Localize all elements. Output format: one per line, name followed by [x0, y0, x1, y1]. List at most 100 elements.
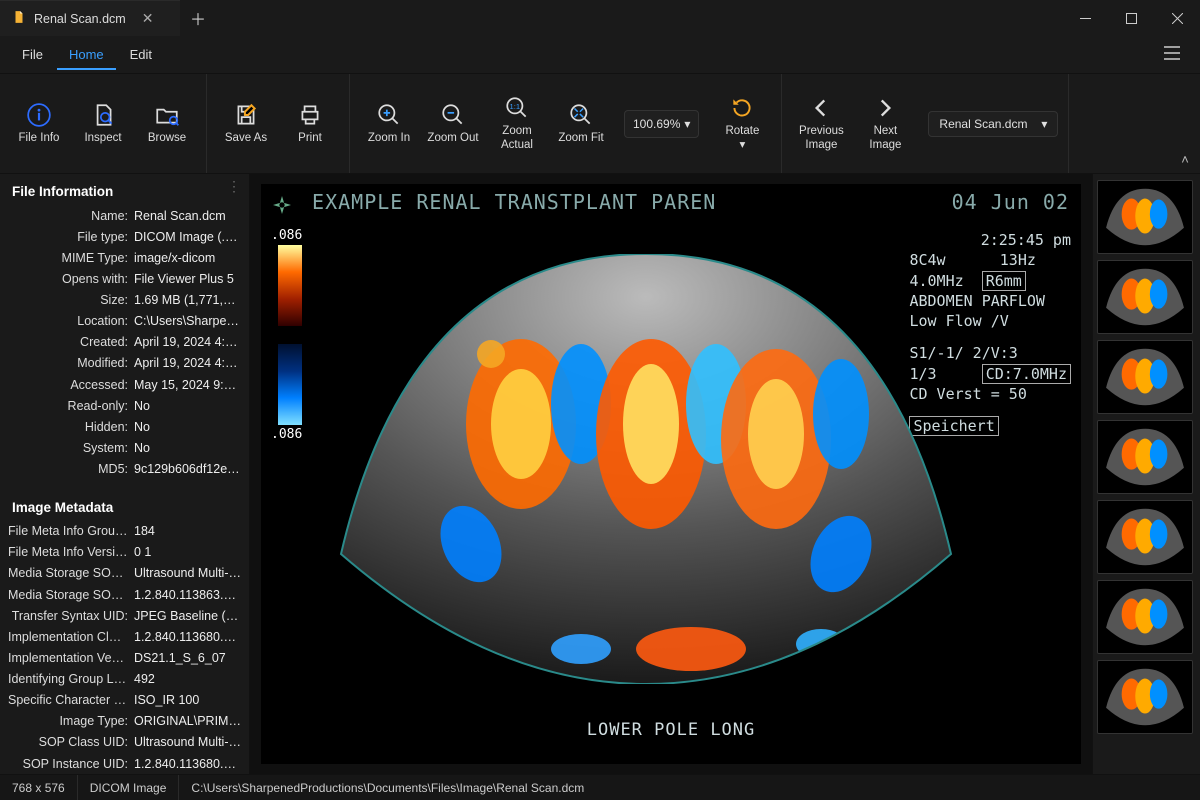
fan-image	[321, 254, 971, 684]
save-icon	[233, 102, 259, 128]
maximize-button[interactable]	[1108, 0, 1154, 36]
zoom-actual-button[interactable]: 1:1 Zoom Actual	[488, 84, 546, 164]
zoom-fit-button[interactable]: Zoom Fit	[552, 84, 610, 164]
property-value: 1.2.840.113680.21.1	[134, 628, 241, 646]
zoom-dropdown[interactable]: 100.69% ▾	[624, 110, 699, 138]
close-window-button[interactable]	[1154, 0, 1200, 36]
statusbar: 768 x 576 DICOM Image C:\Users\Sharpened…	[0, 774, 1200, 800]
property-key: Image Type:	[8, 712, 128, 730]
minimize-button[interactable]	[1062, 0, 1108, 36]
property-value: April 19, 2024 4:23 PM	[134, 354, 241, 372]
property-key: File Meta Info Version:	[8, 543, 128, 561]
ribbon: File Info Inspect Browse Save As Print	[0, 74, 1200, 174]
chevron-down-icon: ▾	[740, 139, 746, 151]
menubar: File Home Edit	[0, 36, 1200, 74]
inspect-icon	[90, 102, 116, 128]
property-row: SOP Instance UID:1.2.840.113680.1.1...	[8, 753, 241, 774]
property-key: Modified:	[8, 354, 128, 372]
thumbnail[interactable]	[1097, 340, 1193, 414]
thumbnail[interactable]	[1097, 660, 1193, 734]
menu-edit[interactable]: Edit	[118, 39, 164, 70]
image-viewer: EXAMPLE RENAL TRANSTPLANT PAREN 04 Jun 0…	[250, 174, 1200, 774]
property-row: Accessed: May 15, 2024 9:20 AM	[8, 374, 241, 395]
property-row: Size:1.69 MB (1,771,290 bytes)	[8, 290, 241, 311]
thumbnail[interactable]	[1097, 260, 1193, 334]
property-key: Implementation Class ...	[8, 628, 128, 646]
property-key: Accessed:	[8, 376, 128, 394]
titlebar: Renal Scan.dcm ✕ ＋	[0, 0, 1200, 36]
property-row: Image Type: ORIGINAL\PRIMA...	[8, 711, 241, 732]
file-info-list: Name:Renal Scan.dcmFile type:DICOM Image…	[0, 203, 249, 490]
colorbar-high: .086	[271, 228, 302, 243]
property-row: SOP Class UID:Ultrasound Multi-f...	[8, 732, 241, 753]
print-button[interactable]: Print	[281, 84, 339, 164]
scan-title: EXAMPLE RENAL TRANSTPLANT PAREN	[312, 190, 716, 214]
zoom-actual-icon: 1:1	[504, 95, 530, 121]
property-key: Read-only:	[8, 397, 128, 415]
acuson-logo-icon	[273, 195, 291, 213]
property-value: C:\Users\SharpenedProd...	[134, 312, 241, 330]
status-type: DICOM Image	[78, 775, 180, 800]
zoom-value: 100.69%	[633, 117, 680, 131]
property-value: Renal Scan.dcm	[134, 207, 241, 225]
property-key: File type:	[8, 228, 128, 246]
property-key: SOP Class UID:	[8, 733, 128, 751]
property-row: MIME Type:image/x-dicom	[8, 247, 241, 268]
file-info-button[interactable]: File Info	[10, 84, 68, 164]
inspect-button[interactable]: Inspect	[74, 84, 132, 164]
scan-image: EXAMPLE RENAL TRANSTPLANT PAREN 04 Jun 0…	[261, 184, 1081, 764]
drag-handle-icon[interactable]: ⋮	[227, 178, 243, 195]
browse-button[interactable]: Browse	[138, 84, 196, 164]
folder-icon	[154, 102, 180, 128]
property-key: Specific Character Set:	[8, 691, 128, 709]
property-key: Implementation Versio...	[8, 649, 128, 667]
property-key: MD5:	[8, 460, 128, 478]
rotate-icon	[729, 95, 755, 121]
thumbnail-strip[interactable]	[1092, 174, 1200, 774]
property-row: MD5:9c129b606df12e25904b1f7...	[8, 459, 241, 480]
new-tab-button[interactable]: ＋	[180, 0, 216, 36]
next-image-button[interactable]: Next Image	[856, 84, 914, 164]
property-row: Opens with:File Viewer Plus 5	[8, 268, 241, 289]
collapse-ribbon-icon[interactable]: ˄	[1170, 74, 1200, 173]
property-value: JPEG Baseline (Pro...	[134, 607, 241, 625]
property-row: Name:Renal Scan.dcm	[8, 205, 241, 226]
property-value: 1.69 MB (1,771,290 bytes)	[134, 291, 241, 309]
thumbnail[interactable]	[1097, 580, 1193, 654]
property-value: ISO_IR 100	[134, 691, 241, 709]
property-row: Specific Character Set: ISO_IR 100	[8, 690, 241, 711]
property-value: April 19, 2024 4:23 PM	[134, 333, 241, 351]
document-tab[interactable]: Renal Scan.dcm ✕	[0, 0, 180, 36]
rotate-button[interactable]: Rotate▾	[713, 84, 771, 164]
property-key: Media Storage SOP Ins...	[8, 586, 128, 604]
property-value: File Viewer Plus 5	[134, 270, 241, 288]
property-value: No	[134, 418, 241, 436]
property-value: May 15, 2024 9:20 AM	[134, 376, 241, 394]
thumbnail[interactable]	[1097, 420, 1193, 494]
menu-file[interactable]: File	[10, 39, 55, 70]
property-row: File Meta Info Group L...184	[8, 521, 241, 542]
image-metadata-heading: Image Metadata	[0, 490, 249, 519]
file-icon	[12, 10, 26, 27]
hamburger-icon[interactable]	[1154, 38, 1190, 71]
tab-title: Renal Scan.dcm	[34, 12, 126, 26]
thumbnail[interactable]	[1097, 500, 1193, 574]
property-value: Ultrasound Multi-f...	[134, 564, 241, 582]
save-as-button[interactable]: Save As	[217, 84, 275, 164]
property-key: Media Storage SOP Cla...	[8, 564, 128, 582]
property-row: System:No	[8, 437, 241, 458]
thumbnail[interactable]	[1097, 180, 1193, 254]
image-selector[interactable]: Renal Scan.dcm ▾	[928, 111, 1058, 137]
property-value: ORIGINAL\PRIMA...	[134, 712, 241, 730]
property-row: Implementation Class ... 1.2.840.113680.2…	[8, 626, 241, 647]
property-row: Transfer Syntax UID:JPEG Baseline (Pro..…	[8, 605, 241, 626]
property-value: 1.2.840.113680.1.1...	[134, 755, 241, 773]
menu-home[interactable]: Home	[57, 39, 116, 70]
zoom-out-button[interactable]: Zoom Out	[424, 84, 482, 164]
prev-image-button[interactable]: Previous Image	[792, 84, 850, 164]
close-icon[interactable]: ✕	[142, 10, 154, 27]
chevron-right-icon	[872, 95, 898, 121]
scan-date: 04 Jun 02	[952, 190, 1069, 214]
print-icon	[297, 102, 323, 128]
zoom-in-button[interactable]: Zoom In	[360, 84, 418, 164]
